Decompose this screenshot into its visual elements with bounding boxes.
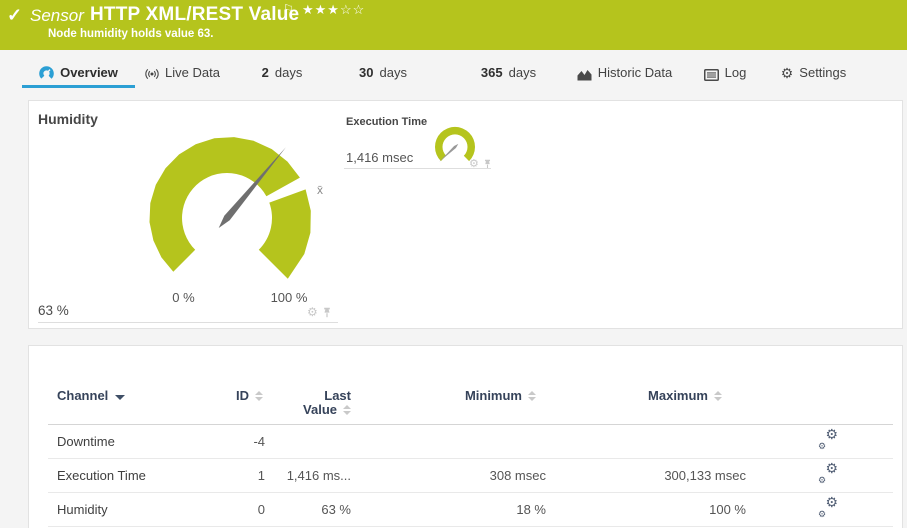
column-header-last-value[interactable]: Last Value (265, 389, 351, 417)
channel-settings-gears-icon[interactable]: ⚙⚙ (818, 497, 838, 517)
channel-settings-gears-icon[interactable]: ⚙⚙ (818, 463, 838, 483)
sort-icon (343, 405, 351, 415)
area-chart-icon (577, 68, 592, 81)
tab-live-data[interactable]: Live Data (140, 50, 225, 88)
channel-name: Execution Time (48, 468, 198, 483)
channel-last-value: 1,416 ms... (265, 468, 351, 483)
sensor-header: ✓ Sensor HTTP XML/REST Value ⚐ ★★★☆☆ Nod… (0, 0, 907, 50)
page-title: HTTP XML/REST Value (90, 4, 299, 26)
channel-name: Humidity (48, 502, 198, 517)
sort-desc-icon (115, 395, 125, 400)
tab-number: 365 (481, 65, 503, 80)
widget-divider (38, 322, 338, 323)
priority-stars[interactable]: ★★★☆☆ (302, 2, 365, 18)
channel-name: Downtime (48, 434, 198, 449)
channel-minimum: 308 msec (351, 468, 546, 483)
channel-minimum: 18 % (351, 502, 546, 517)
gauge-icon (39, 66, 54, 81)
gear-icon: ⚙ (781, 66, 794, 80)
tab-number: 2 (262, 65, 269, 80)
tab-365-days[interactable]: 365 days (478, 50, 539, 88)
object-kind-label: Sensor (30, 6, 84, 26)
gauge-arc (435, 127, 475, 161)
average-marker-label: x̄ (317, 183, 323, 197)
tab-settings[interactable]: ⚙ Settings (782, 50, 845, 88)
tab-label: days (275, 65, 302, 80)
tab-label: days (380, 65, 407, 80)
widget-gear-icon[interactable]: ⚙ (307, 306, 318, 318)
tab-log[interactable]: Log (702, 50, 748, 88)
tab-label: Overview (60, 65, 118, 80)
table-header-row: Channel ID Last Value Minimum Maximum (48, 346, 893, 425)
prtg-sensor-page: ✓ Sensor HTTP XML/REST Value ⚐ ★★★☆☆ Nod… (0, 0, 907, 528)
tab-30-days[interactable]: 30 days (355, 50, 411, 88)
column-header-minimum[interactable]: Minimum (351, 389, 546, 403)
humidity-widget-tools: ⚙ (307, 306, 332, 318)
execution-current-value: 1,416 msec (346, 150, 413, 165)
channel-maximum: 100 % (546, 502, 746, 517)
column-header-id[interactable]: ID (198, 389, 265, 403)
channel-id: 1 (198, 468, 265, 483)
tab-bar: Overview Live Data 2 days 30 days 365 da… (0, 50, 907, 88)
table-row-execution-time[interactable]: Execution Time 1 1,416 ms... 308 msec 30… (48, 459, 893, 493)
gauge-arc-end (259, 189, 311, 278)
table-row-humidity[interactable]: Humidity 0 63 % 18 % 100 % ⚙⚙ (48, 493, 893, 527)
sort-icon (714, 391, 722, 401)
gauge-max-label: 100 % (259, 290, 319, 305)
channels-panel: Channel ID Last Value Minimum Maximum Do… (28, 345, 903, 528)
widget-pin-icon[interactable] (322, 307, 332, 318)
column-label: Channel (57, 388, 108, 403)
channel-settings-gears-icon[interactable]: ⚙⚙ (818, 429, 838, 449)
sort-icon (528, 391, 536, 401)
execution-gauge-title: Execution Time (346, 116, 427, 128)
channel-maximum: 300,133 msec (546, 468, 746, 483)
priority-flag-icon[interactable]: ⚐ (283, 2, 294, 16)
column-header-channel[interactable]: Channel (48, 389, 198, 403)
tab-label: days (509, 65, 536, 80)
tab-historic-data[interactable]: Historic Data (572, 50, 677, 88)
humidity-gauge-title: Humidity (38, 111, 98, 127)
channel-id: 0 (198, 502, 265, 517)
column-label: Maximum (648, 388, 708, 403)
sort-icon (255, 391, 263, 401)
channel-id: -4 (198, 434, 265, 449)
tab-overview[interactable]: Overview (22, 50, 135, 88)
tab-label: Settings (799, 65, 846, 80)
tab-label: Historic Data (598, 65, 672, 80)
status-ok-check-icon: ✓ (7, 5, 22, 26)
tab-number: 30 (359, 65, 373, 80)
channels-table: Channel ID Last Value Minimum Maximum Do… (48, 346, 893, 527)
tab-label: Live Data (165, 65, 220, 80)
column-header-maximum[interactable]: Maximum (546, 389, 746, 403)
column-label: Minimum (465, 388, 522, 403)
widget-divider (344, 168, 491, 169)
channel-last-value: 63 % (265, 502, 351, 517)
tab-label: Log (725, 65, 747, 80)
live-signal-icon (145, 67, 159, 81)
gauges-panel: Humidity x̄ 0 % 100 % 63 % ⚙ Execution T… (28, 100, 903, 329)
column-label: ID (236, 388, 249, 403)
gauge-min-label: 0 % (161, 290, 206, 305)
log-list-icon (704, 69, 719, 81)
humidity-current-value: 63 % (38, 303, 69, 318)
tab-2-days[interactable]: 2 days (258, 50, 306, 88)
sensor-status-message: Node humidity holds value 63. (48, 28, 214, 40)
table-row-downtime[interactable]: Downtime -4 ⚙⚙ (48, 425, 893, 459)
